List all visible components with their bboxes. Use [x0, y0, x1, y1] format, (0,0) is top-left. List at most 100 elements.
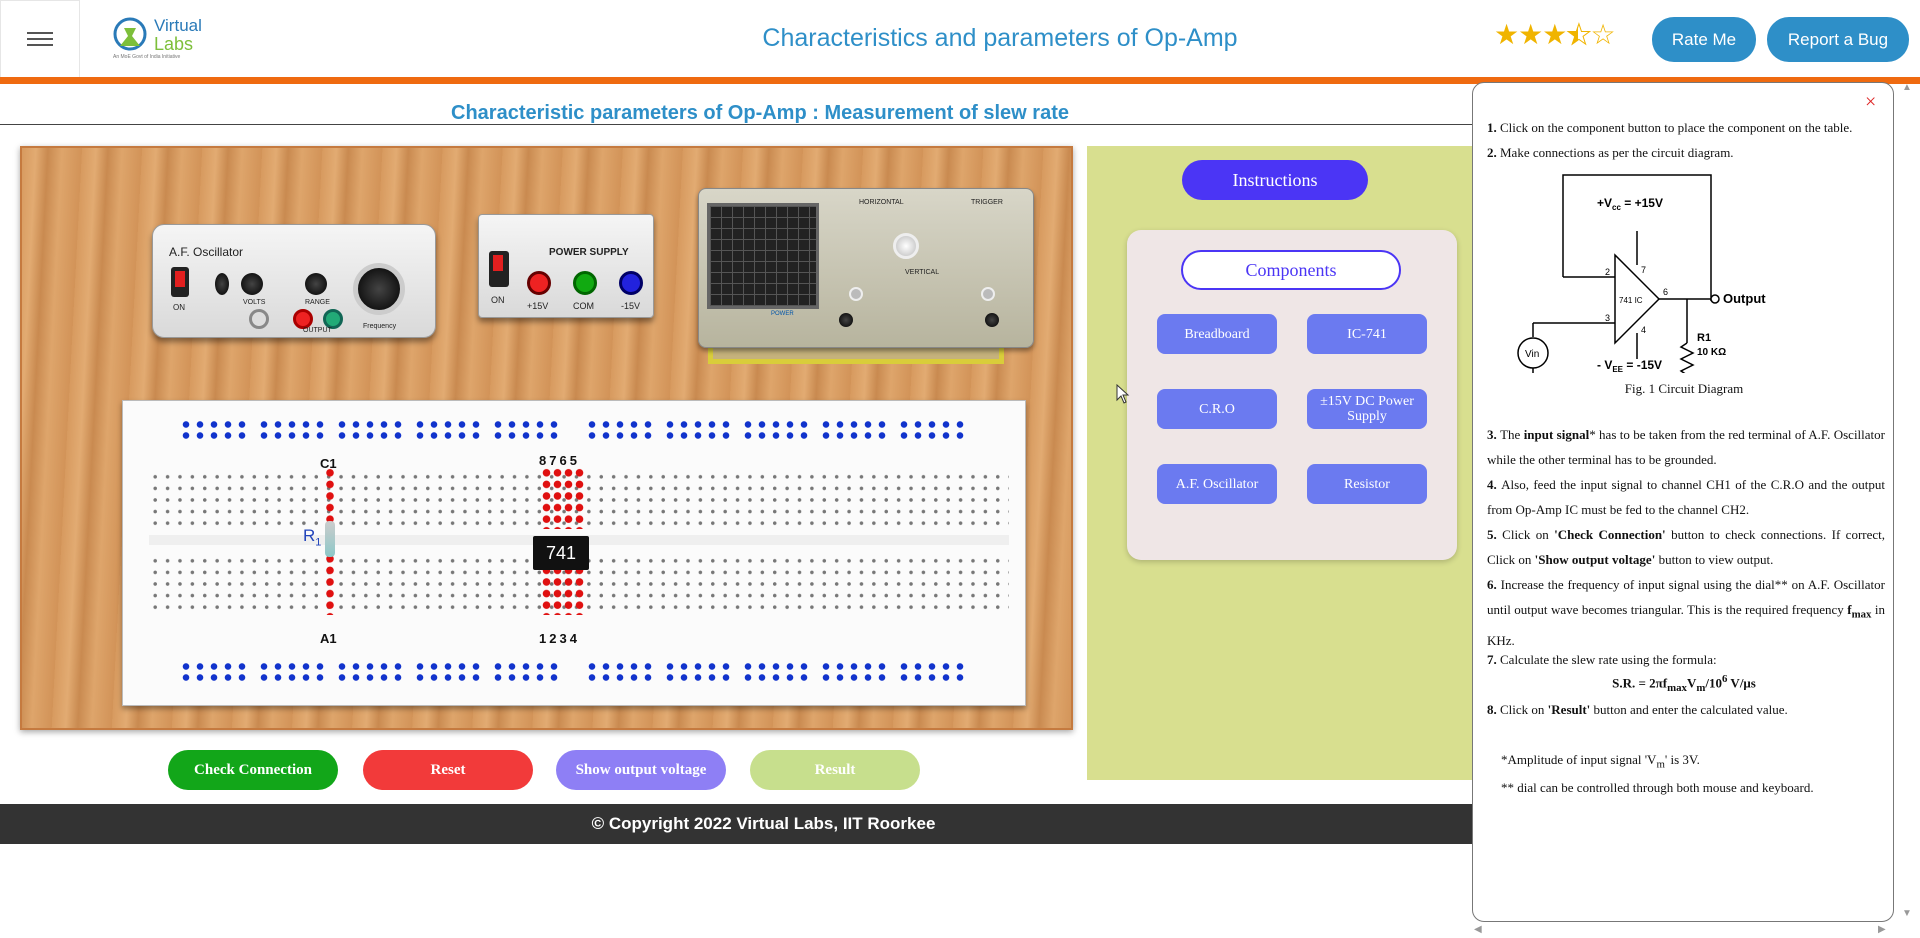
instructions-button[interactable]: Instructions	[1182, 160, 1368, 200]
pin4-label: 4	[1641, 325, 1646, 335]
vcc-label: +Vcc = +15V	[1597, 196, 1663, 212]
cro-power-label: POWER	[771, 311, 794, 317]
star-icon: ★	[1518, 19, 1543, 50]
com-terminal[interactable]	[573, 271, 597, 295]
volts-knob[interactable]	[241, 273, 263, 295]
vee-label: - VEE = -15V	[1597, 358, 1662, 373]
vertical-scrollbar[interactable]: ▲ ▼	[1897, 82, 1917, 922]
scroll-right-icon[interactable]: ▶	[1878, 924, 1886, 935]
breadboard-button[interactable]: Breadboard	[1157, 314, 1277, 354]
output-label: Output	[1723, 291, 1766, 306]
power-supply-button[interactable]: ±15V DC Power Supply	[1307, 389, 1427, 429]
rate-me-button[interactable]: Rate Me	[1652, 17, 1756, 62]
mouse-cursor-icon	[1116, 384, 1130, 404]
instruction-step-6: 6. Increase the frequency of input signa…	[1487, 577, 1885, 648]
component-panel: Instructions Components Breadboard IC-74…	[1087, 146, 1477, 780]
check-connection-button[interactable]: Check Connection	[168, 750, 338, 790]
breadboard[interactable]: C1 A1 8765 1234 R1 741	[122, 400, 1026, 706]
af-oscillator[interactable]: A.F. Oscillator ON VOLTS RANGE OUTPUT Fr…	[152, 224, 436, 338]
virtual-labs-logo[interactable]: Virtual Labs An MoE Govt of India Initia…	[108, 12, 202, 62]
volts-label: VOLTS	[243, 299, 266, 306]
output-red-terminal[interactable]	[293, 309, 313, 329]
cro-trigger-label: TRIGGER	[971, 199, 1003, 206]
cro-button[interactable]: C.R.O	[1157, 389, 1277, 429]
instruction-step-1: 1. Click on the component button to plac…	[1487, 120, 1853, 135]
oscillator-title: A.F. Oscillator	[169, 245, 244, 259]
scroll-down-icon[interactable]: ▼	[1902, 908, 1912, 919]
show-output-voltage-button[interactable]: Show output voltage	[556, 750, 726, 790]
minus15-terminal[interactable]	[619, 271, 643, 295]
ground-terminal[interactable]	[249, 309, 269, 329]
ic-741-chip[interactable]: 741	[533, 536, 589, 570]
experiment-title: Characteristic parameters of Op-Amp : Me…	[451, 102, 1069, 124]
cro-ch1-input[interactable]	[839, 313, 853, 327]
circuit-diagram: +Vcc = +15V - VEE = -15V 741 IC Output R…	[1517, 174, 1766, 373]
cro-vertical-label: VERTICAL	[905, 269, 940, 276]
instructions-panel[interactable]: × 1. Click on the component button to pl…	[1472, 82, 1894, 922]
range-knob[interactable]	[305, 273, 327, 295]
flask-icon	[113, 17, 147, 51]
power-supply[interactable]: POWER SUPPLY ON +15V COM -15V	[478, 214, 654, 318]
af-oscillator-button[interactable]: A.F. Oscillator	[1157, 464, 1277, 504]
cro-ch1-volts-knob[interactable]	[849, 287, 863, 301]
top-bar: Virtual Labs An MoE Govt of India Initia…	[0, 0, 1920, 78]
footer-copyright: © Copyright 2022 Virtual Labs, IIT Roork…	[0, 804, 1477, 844]
com-label: COM	[573, 301, 594, 311]
oscillator-power-switch[interactable]	[171, 267, 189, 297]
oscillator-on-label: ON	[173, 303, 185, 312]
scroll-up-icon[interactable]: ▲	[1902, 82, 1912, 93]
resistor-r1[interactable]	[325, 521, 335, 557]
components-box: Components Breadboard IC-741 C.R.O ±15V …	[1127, 230, 1457, 560]
hamburger-menu-button[interactable]	[0, 0, 80, 78]
instruction-step-3: 3. The input signal* has to be taken fro…	[1487, 427, 1885, 467]
note-amplitude: *Amplitude of input signal 'Vm' is 3V.	[1501, 752, 1700, 771]
report-bug-button[interactable]: Report a Bug	[1767, 17, 1909, 62]
star-icon: ★	[1494, 19, 1519, 50]
cro-timebase-knob[interactable]	[893, 233, 919, 259]
menu-icon	[27, 28, 53, 50]
scroll-left-icon[interactable]: ◀	[1474, 924, 1482, 935]
components-title: Components	[1181, 250, 1401, 290]
r1-diagram-label: R1	[1697, 332, 1711, 344]
figure-caption: Fig. 1 Circuit Diagram	[1624, 381, 1744, 396]
output-label: OUTPUT	[303, 327, 332, 334]
work-table[interactable]: A.F. Oscillator ON VOLTS RANGE OUTPUT Fr…	[20, 146, 1073, 730]
title-divider	[0, 124, 1475, 125]
frequency-dial[interactable]	[353, 263, 405, 315]
ic-top-pin-numbers: 8765	[539, 453, 580, 468]
cro-horizontal-label: HORIZONTAL	[859, 199, 904, 206]
cro-oscilloscope[interactable]: HORIZONTAL TRIGGER VERTICAL POWER	[698, 188, 1034, 348]
logo-text-bottom: Labs	[154, 34, 194, 54]
waveform-switch[interactable]	[215, 273, 229, 295]
cro-ch2-input[interactable]	[985, 313, 999, 327]
plus15-terminal[interactable]	[527, 271, 551, 295]
close-icon[interactable]: ×	[1865, 91, 1876, 114]
resistor-button[interactable]: Resistor	[1307, 464, 1427, 504]
note-dial: ** dial can be controlled through both m…	[1501, 780, 1814, 795]
result-button[interactable]: Result	[750, 750, 920, 790]
power-on-label: ON	[491, 295, 505, 305]
pin6-label: 6	[1663, 287, 1668, 297]
ic-bottom-pin-numbers: 1234	[539, 631, 580, 646]
instruction-step-5: 5. Click on 'Check Connection' button to…	[1487, 527, 1886, 567]
pin2-label: 2	[1605, 267, 1610, 277]
ic741-button[interactable]: IC-741	[1307, 314, 1427, 354]
power-supply-switch[interactable]	[489, 251, 509, 287]
top-power-rail	[179, 419, 979, 441]
bottom-power-rail	[179, 661, 979, 683]
logo-tagline: An MoE Govt of India Initiative	[113, 54, 181, 60]
cro-ch2-volts-knob[interactable]	[981, 287, 995, 301]
output-green-terminal[interactable]	[323, 309, 343, 329]
cro-screen	[707, 203, 819, 309]
page-title: Characteristics and parameters of Op-Amp	[762, 24, 1238, 52]
a1-label: A1	[320, 631, 337, 646]
reset-button[interactable]: Reset	[363, 750, 533, 790]
slew-rate-formula: S.R. = 2πfmaxVm/106 V/μs	[1612, 673, 1756, 694]
instruction-step-7: 7. Calculate the slew rate using the for…	[1487, 652, 1717, 667]
ic-label: 741 IC	[1619, 296, 1643, 305]
half-star-icon: ★	[1566, 19, 1592, 51]
instruction-step-4: 4. Also, feed the input signal to channe…	[1487, 477, 1886, 517]
range-label: RANGE	[305, 299, 330, 306]
horizontal-scrollbar[interactable]: ◀ ▶	[1472, 924, 1894, 936]
pin3-label: 3	[1605, 313, 1610, 323]
